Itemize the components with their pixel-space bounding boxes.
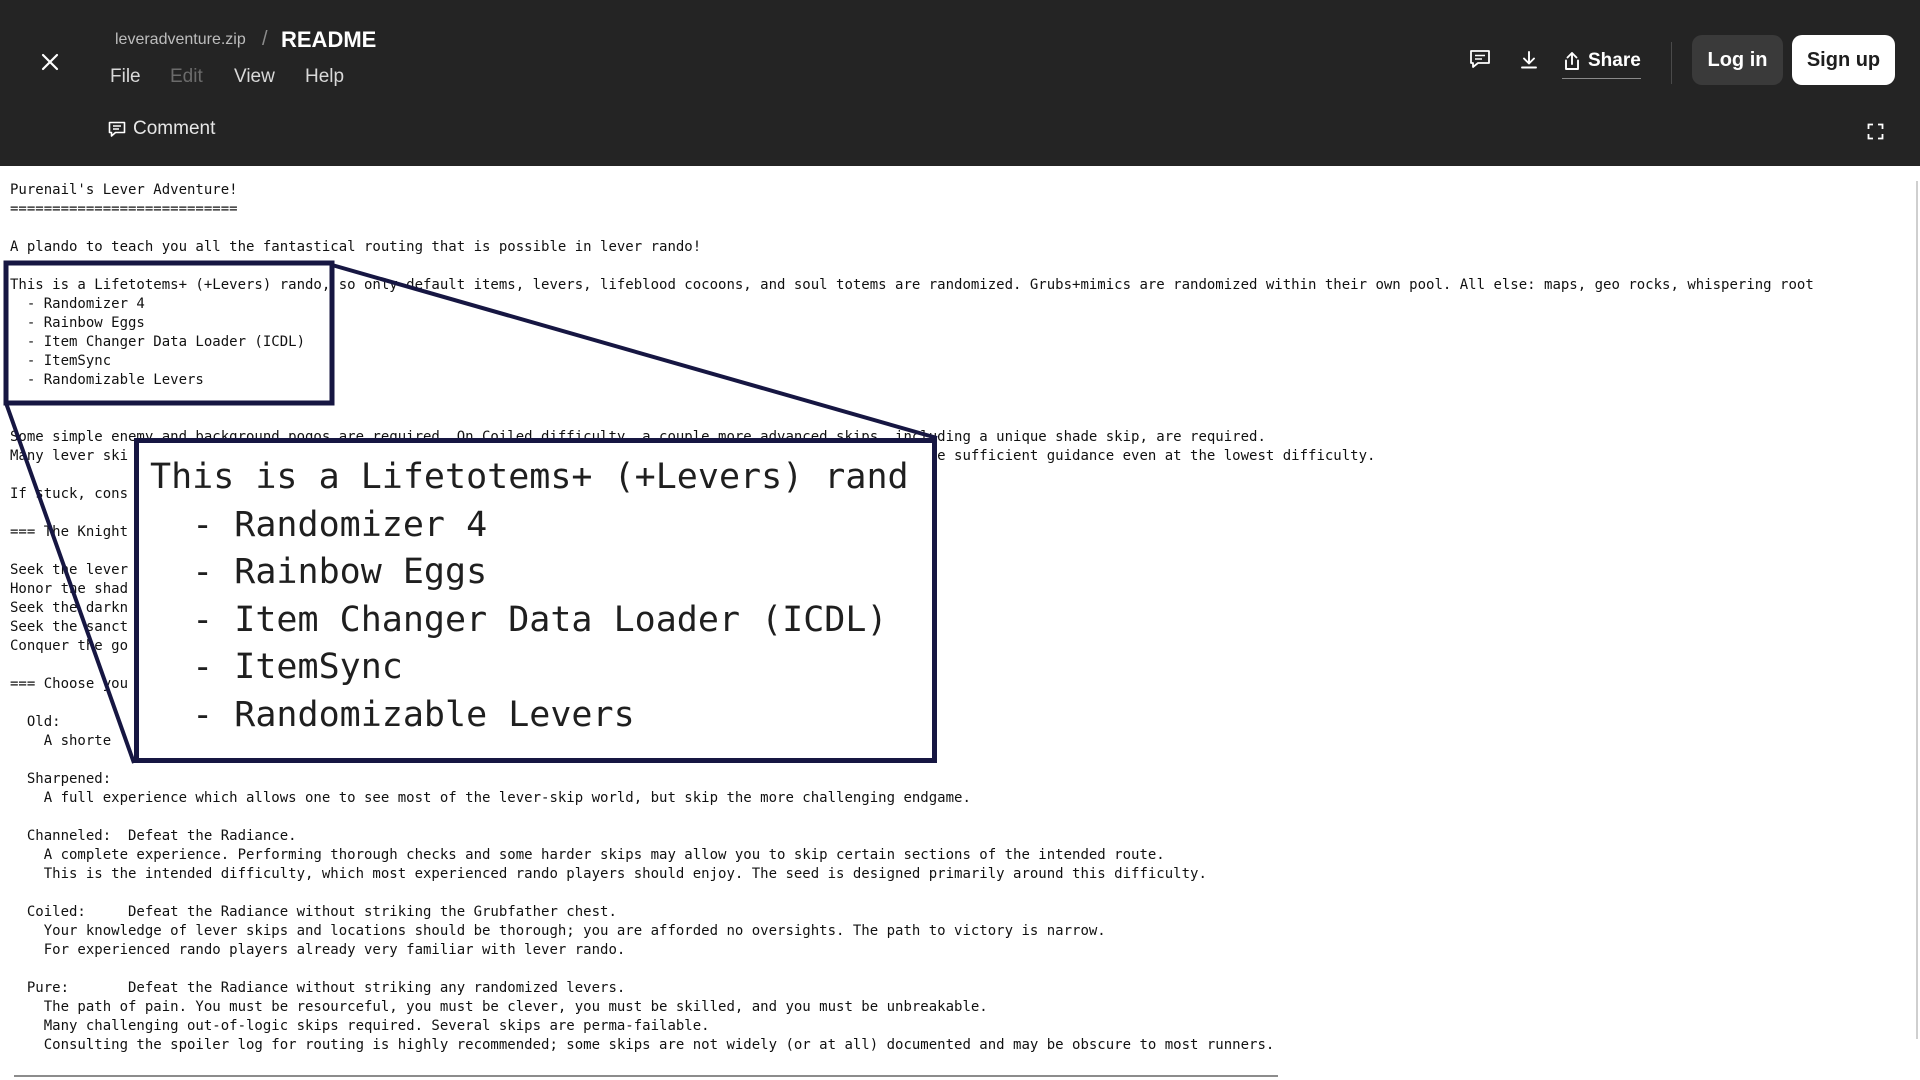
- zoom-line: - Randomizable Levers: [150, 694, 635, 735]
- menu-file[interactable]: File: [110, 66, 141, 88]
- document-line: Sharpened:: [10, 771, 112, 787]
- document-line: Many challenging out-of-logic skips requ…: [10, 1018, 710, 1034]
- share-icon: [1565, 52, 1579, 70]
- header-divider: [1671, 42, 1672, 84]
- document-line: - Item Changer Data Loader (ICDL): [10, 334, 306, 350]
- zoom-line: - Randomizer 4: [150, 504, 488, 545]
- breadcrumb-separator: /: [262, 28, 268, 50]
- comments-button[interactable]: [1463, 42, 1497, 76]
- menu-help[interactable]: Help: [305, 66, 344, 88]
- zoom-callout: This is a Lifetotems+ (+Levers) rand - R…: [134, 438, 937, 763]
- document-line: Your knowledge of lever skips and locati…: [10, 923, 1106, 939]
- document-line: The path of pain. You must be resourcefu…: [10, 999, 988, 1015]
- zoom-line: - Item Changer Data Loader (ICDL): [150, 599, 888, 640]
- zoom-line: - ItemSync: [150, 647, 403, 688]
- document-line: Pure: Defeat the Radiance without striki…: [10, 980, 626, 996]
- document-line: A full experience which allows one to se…: [10, 790, 971, 806]
- document-line: - ItemSync: [10, 353, 112, 369]
- document-line: A plando to teach you all the fantastica…: [10, 239, 702, 255]
- sign-up-button[interactable]: Sign up: [1792, 35, 1895, 85]
- zoom-line: This is a Lifetotems+ (+Levers) rand: [150, 457, 909, 497]
- comment-button[interactable]: Comment: [108, 118, 215, 140]
- fullscreen-button[interactable]: [1862, 118, 1888, 144]
- download-button[interactable]: [1512, 43, 1546, 77]
- breadcrumb-file-name[interactable]: leveradventure.zip: [115, 31, 246, 49]
- document-line: Coiled: Defeat the Radiance without stri…: [10, 904, 617, 920]
- document-line: This is the intended difficulty, which m…: [10, 866, 1207, 882]
- document-line: ===========================: [10, 201, 238, 217]
- scrollbar[interactable]: [1916, 181, 1918, 1039]
- share-button[interactable]: Share: [1562, 46, 1641, 79]
- close-button[interactable]: [32, 44, 68, 80]
- close-icon: [41, 53, 59, 71]
- menu-edit: Edit: [170, 66, 203, 87]
- bottom-rule: [14, 1075, 1278, 1077]
- document-line: - Rainbow Eggs: [10, 315, 145, 331]
- document-line: - Randomizer 4: [10, 296, 145, 312]
- document-line: A complete experience. Performing thorou…: [10, 847, 1165, 863]
- document-line: Channeled: Defeat the Radiance.: [10, 828, 297, 844]
- document-line: For experienced rando players already ve…: [10, 942, 626, 958]
- log-in-button[interactable]: Log in: [1692, 35, 1783, 85]
- document-line: This is a Lifetotems+ (+Levers) rando, s…: [10, 277, 1814, 293]
- zoom-line: - Rainbow Eggs: [150, 552, 488, 593]
- document-line: - Randomizable Levers: [10, 372, 204, 388]
- document-line: Consulting the spoiler log for routing i…: [10, 1037, 1275, 1053]
- document-line: Purenail's Lever Adventure!: [10, 182, 238, 198]
- comment-icon: [1470, 50, 1490, 68]
- fullscreen-icon: [1867, 123, 1883, 139]
- app-header: leveradventure.zip / README File Edit Vi…: [0, 0, 1920, 166]
- page-title: README: [281, 27, 377, 52]
- menu-view[interactable]: View: [234, 66, 275, 88]
- comment-label: Comment: [133, 118, 216, 139]
- comment-icon: [108, 121, 126, 137]
- share-label: Share: [1588, 50, 1641, 71]
- download-icon: [1521, 51, 1537, 69]
